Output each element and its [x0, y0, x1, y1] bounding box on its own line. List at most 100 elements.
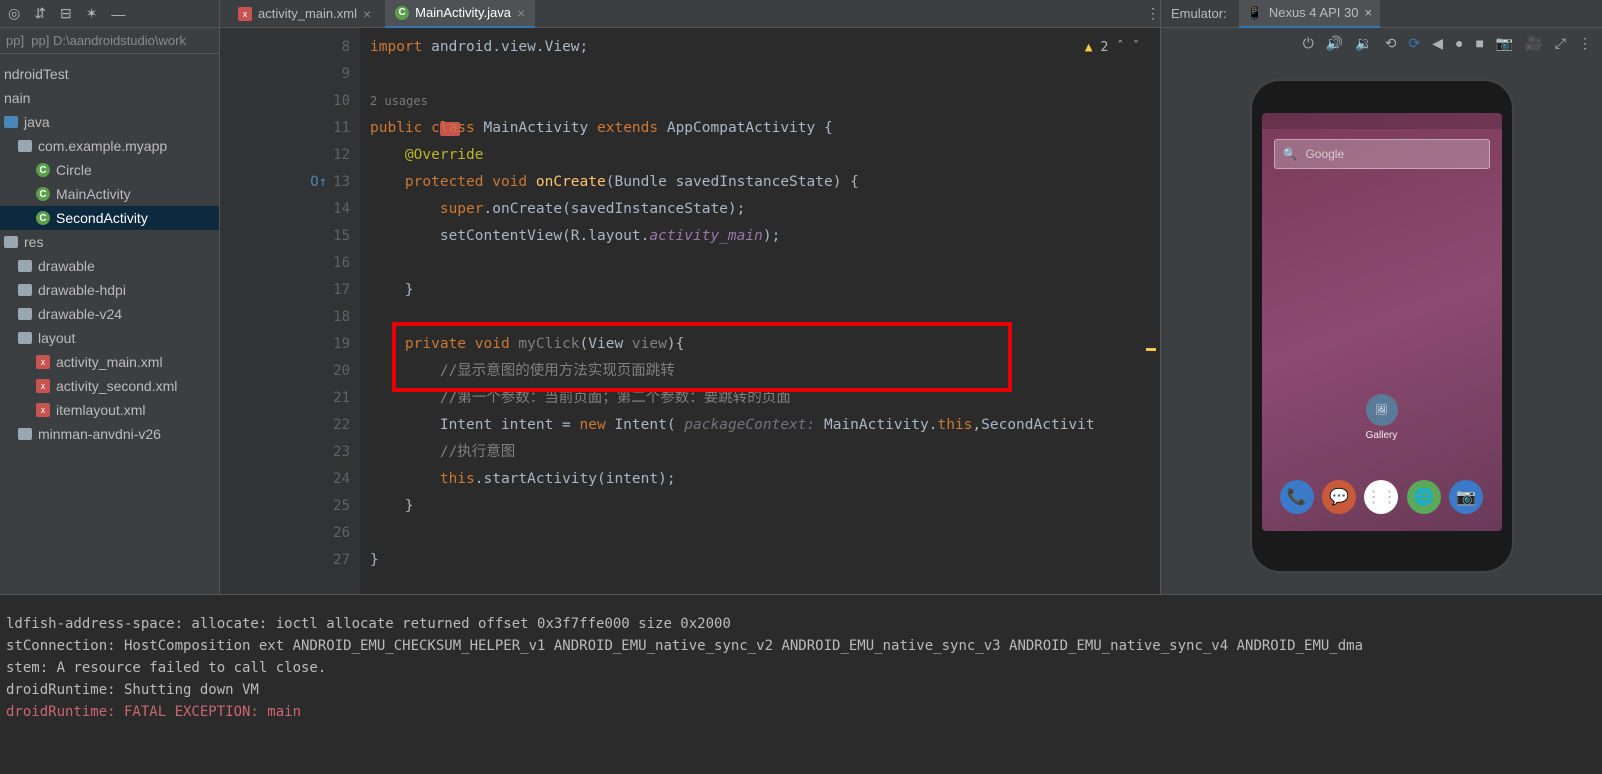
editor-tabs: x activity_main.xml × C MainActivity.jav… — [220, 0, 1160, 28]
screenshot-icon[interactable]: 📷 — [1496, 35, 1513, 52]
emulator-label: Emulator: — [1171, 6, 1227, 21]
settings-icon[interactable]: ✶ — [86, 5, 98, 22]
close-icon[interactable]: × — [1364, 5, 1372, 20]
editor-gutter: 8 9 10 11 12 O↑13 14 15 16 17 18 19 20 — [220, 28, 360, 594]
collapse-icon[interactable]: ⊟ — [60, 5, 72, 22]
gallery-label: Gallery — [1366, 430, 1398, 441]
close-icon[interactable]: × — [517, 5, 525, 21]
xml-icon: x — [36, 379, 50, 393]
editor-body[interactable]: 8 9 10 11 12 O↑13 14 15 16 17 18 19 20 — [220, 28, 1160, 594]
volume-down-icon[interactable]: 🔉 — [1355, 35, 1372, 52]
next-warning-icon[interactable]: ˇ — [1132, 34, 1140, 61]
phone-screen[interactable]: 🔍 Google 🖼 Gallery 📞 💬 ⋮⋮ 🌐 📷 — [1262, 113, 1502, 531]
home-icon[interactable]: ● — [1455, 35, 1463, 51]
tree-java[interactable]: java — [0, 110, 219, 134]
class-icon: C — [395, 6, 409, 20]
tree-package[interactable]: com.example.myapp — [0, 134, 219, 158]
inspection-widget[interactable]: ▲ 2 ˆ ˇ — [1085, 34, 1140, 61]
overview-icon[interactable]: ■ — [1475, 35, 1483, 51]
tree-mainactivity[interactable]: CMainActivity — [0, 182, 219, 206]
editor-panel: x activity_main.xml × C MainActivity.jav… — [220, 0, 1160, 594]
emulator-header: Emulator: 📱 Nexus 4 API 30 × — [1161, 0, 1602, 28]
tree-layout[interactable]: layout — [0, 326, 219, 350]
phone-frame: 🔍 Google 🖼 Gallery 📞 💬 ⋮⋮ 🌐 📷 — [1252, 81, 1512, 571]
folder-icon — [4, 116, 18, 128]
volume-up-icon[interactable]: 🔊 — [1326, 35, 1343, 52]
usages-hint[interactable]: 2 usages — [370, 94, 428, 108]
tab-mainactivity-java[interactable]: C MainActivity.java × — [385, 0, 535, 28]
emulator-device-tab[interactable]: 📱 Nexus 4 API 30 × — [1239, 0, 1380, 28]
tree-res[interactable]: res — [0, 230, 219, 254]
tree-itemlayout-xml[interactable]: xitemlayout.xml — [0, 398, 219, 422]
record-icon[interactable]: 🎥 — [1525, 35, 1542, 52]
project-path-label: pp] D:\aandroidstudio\work — [31, 33, 186, 48]
folder-icon — [4, 236, 18, 248]
phone-search-widget[interactable]: 🔍 Google — [1274, 139, 1490, 169]
emulator-panel: Emulator: 📱 Nexus 4 API 30 × ⏻ 🔊 🔉 ⟲ ⟳ ◀… — [1160, 0, 1602, 594]
power-icon[interactable]: ⏻ — [1303, 35, 1314, 52]
phone-statusbar — [1262, 113, 1502, 129]
project-name-label: pp] — [6, 33, 31, 48]
phone-gallery-app[interactable]: 🖼 Gallery — [1366, 394, 1398, 441]
phone-dock: 📞 💬 ⋮⋮ 🌐 📷 — [1262, 475, 1502, 519]
rotate-right-icon[interactable]: ⟳ — [1408, 35, 1420, 52]
logcat-console[interactable]: ldfish-address-space: allocate: ioctl al… — [0, 594, 1602, 774]
search-placeholder: Google — [1305, 147, 1344, 161]
tab-menu-icon[interactable]: ⋮ — [1146, 5, 1160, 22]
tree-circle[interactable]: CCircle — [0, 158, 219, 182]
tab-label: MainActivity.java — [415, 5, 511, 20]
device-name: Nexus 4 API 30 — [1269, 5, 1359, 20]
tree-main[interactable]: nain — [0, 86, 219, 110]
expand-icon[interactable]: ⇵ — [34, 5, 46, 22]
override-icon[interactable]: O↑ — [310, 169, 327, 196]
zoom-icon[interactable]: ⤢ — [1555, 35, 1566, 52]
tree-secondactivity[interactable]: CSecondActivity — [0, 206, 219, 230]
class-icon: C — [36, 211, 50, 225]
console-line: ldfish-address-space: allocate: ioctl al… — [6, 613, 1596, 635]
back-icon[interactable]: ◀ — [1432, 35, 1443, 52]
gallery-icon: 🖼 — [1366, 394, 1398, 426]
folder-icon — [18, 308, 32, 320]
dock-messages[interactable]: 💬 — [1322, 480, 1356, 514]
tree-drawable[interactable]: drawable — [0, 254, 219, 278]
emulator-toolbar: ⏻ 🔊 🔉 ⟲ ⟳ ◀ ● ■ 📷 🎥 ⤢ ⋮ — [1161, 28, 1602, 58]
class-icon: C — [36, 187, 50, 201]
project-path: pp] pp] D:\aandroidstudio\work — [0, 28, 219, 54]
close-icon[interactable]: × — [363, 6, 371, 22]
folder-icon — [18, 332, 32, 344]
tree-activity-main-xml[interactable]: xactivity_main.xml — [0, 350, 219, 374]
emulator-canvas: 🔍 Google 🖼 Gallery 📞 💬 ⋮⋮ 🌐 📷 — [1161, 58, 1602, 594]
console-line: stem: A resource failed to call close. — [6, 657, 1596, 679]
folder-icon — [18, 428, 32, 440]
prev-warning-icon[interactable]: ˆ — [1116, 34, 1124, 61]
more-icon[interactable]: ⋮ — [1578, 35, 1592, 52]
code-area[interactable]: import android.view.View; 2 usages publi… — [360, 28, 1160, 594]
console-line: droidRuntime: Shutting down VM — [6, 679, 1596, 701]
xml-icon: x — [238, 7, 252, 21]
console-line: stConnection: HostComposition ext ANDROI… — [6, 635, 1596, 657]
scrollbar-marker[interactable] — [1146, 348, 1156, 351]
dock-phone[interactable]: 📞 — [1280, 480, 1314, 514]
project-tree: ndroidTest nain java com.example.myapp C… — [0, 54, 219, 594]
dock-camera[interactable]: 📷 — [1449, 480, 1483, 514]
locate-icon[interactable]: ◎ — [8, 5, 20, 22]
hide-icon[interactable]: — — [111, 6, 125, 22]
tree-activity-second-xml[interactable]: xactivity_second.xml — [0, 374, 219, 398]
phone-icon: 📱 — [1247, 5, 1263, 21]
tab-activity-main-xml[interactable]: x activity_main.xml × — [228, 0, 381, 28]
tree-drawable-v24[interactable]: drawable-v24 — [0, 302, 219, 326]
folder-icon — [18, 260, 32, 272]
dock-chrome[interactable]: 🌐 — [1407, 480, 1441, 514]
xml-icon: x — [36, 355, 50, 369]
tree-androidtest[interactable]: ndroidTest — [0, 62, 219, 86]
console-error-line: droidRuntime: FATAL EXCEPTION: main — [6, 701, 1596, 723]
tree-mipmap[interactable]: minman-anvdni-v26 — [0, 422, 219, 446]
tree-drawable-hdpi[interactable]: drawable-hdpi — [0, 278, 219, 302]
rotate-left-icon[interactable]: ⟲ — [1385, 35, 1397, 52]
dock-apps[interactable]: ⋮⋮ — [1364, 480, 1398, 514]
class-icon: C — [36, 163, 50, 177]
package-icon — [18, 140, 32, 152]
project-panel: ◎ ⇵ ⊟ ✶ — pp] pp] D:\aandroidstudio\work… — [0, 0, 220, 594]
xml-icon: x — [36, 403, 50, 417]
folder-icon — [18, 284, 32, 296]
